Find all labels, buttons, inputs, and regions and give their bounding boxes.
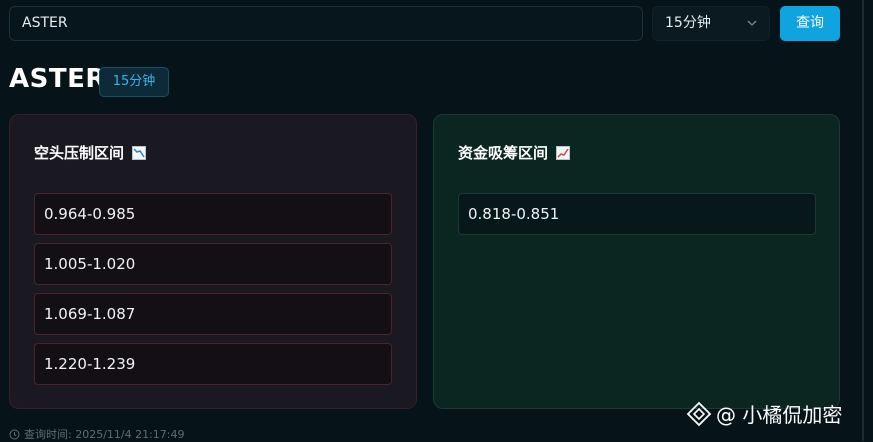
platform-logo-icon — [686, 401, 712, 426]
watermark-text: @ 小橘侃加密 — [716, 403, 843, 427]
interval-select-value: 15分钟 — [665, 15, 711, 31]
chevron-down-icon — [747, 20, 757, 26]
short-card-title-text: 空头压制区间 — [34, 144, 125, 162]
query-time-text: 查询时间: 2025/11/4 21:17:49 — [24, 428, 185, 441]
chart-increasing-icon — [556, 145, 571, 160]
watermark: @ 小橘侃加密 — [686, 399, 842, 428]
capital-accumulation-card: 资金吸筹区间 0.818-0.851 — [433, 114, 840, 409]
short-range-item: 1.220-1.239 — [34, 343, 392, 385]
short-range-item: 0.964-0.985 — [34, 193, 392, 235]
long-range-item: 0.818-0.851 — [458, 193, 816, 235]
chart-decreasing-icon — [132, 145, 147, 160]
short-card-title: 空头压制区间 — [34, 142, 147, 163]
query-time: 查询时间: 2025/11/4 21:17:49 — [9, 426, 185, 442]
interval-select[interactable]: 15分钟 — [652, 6, 770, 41]
long-card-title-text: 资金吸筹区间 — [458, 144, 549, 162]
search-input[interactable]: ASTER — [9, 6, 643, 41]
long-card-title: 资金吸筹区间 — [458, 142, 571, 163]
scrollbar-track[interactable] — [862, 0, 864, 441]
clock-icon — [9, 429, 20, 439]
interval-badge: 15分钟 — [99, 67, 169, 97]
page-title: ASTER — [9, 64, 106, 94]
query-button[interactable]: 查询 — [780, 6, 840, 41]
short-range-item: 1.005-1.020 — [34, 243, 392, 285]
short-range-item: 1.069-1.087 — [34, 293, 392, 335]
short-pressure-card: 空头压制区间 0.964-0.985 1.005-1.020 1.069-1.0… — [9, 114, 417, 409]
